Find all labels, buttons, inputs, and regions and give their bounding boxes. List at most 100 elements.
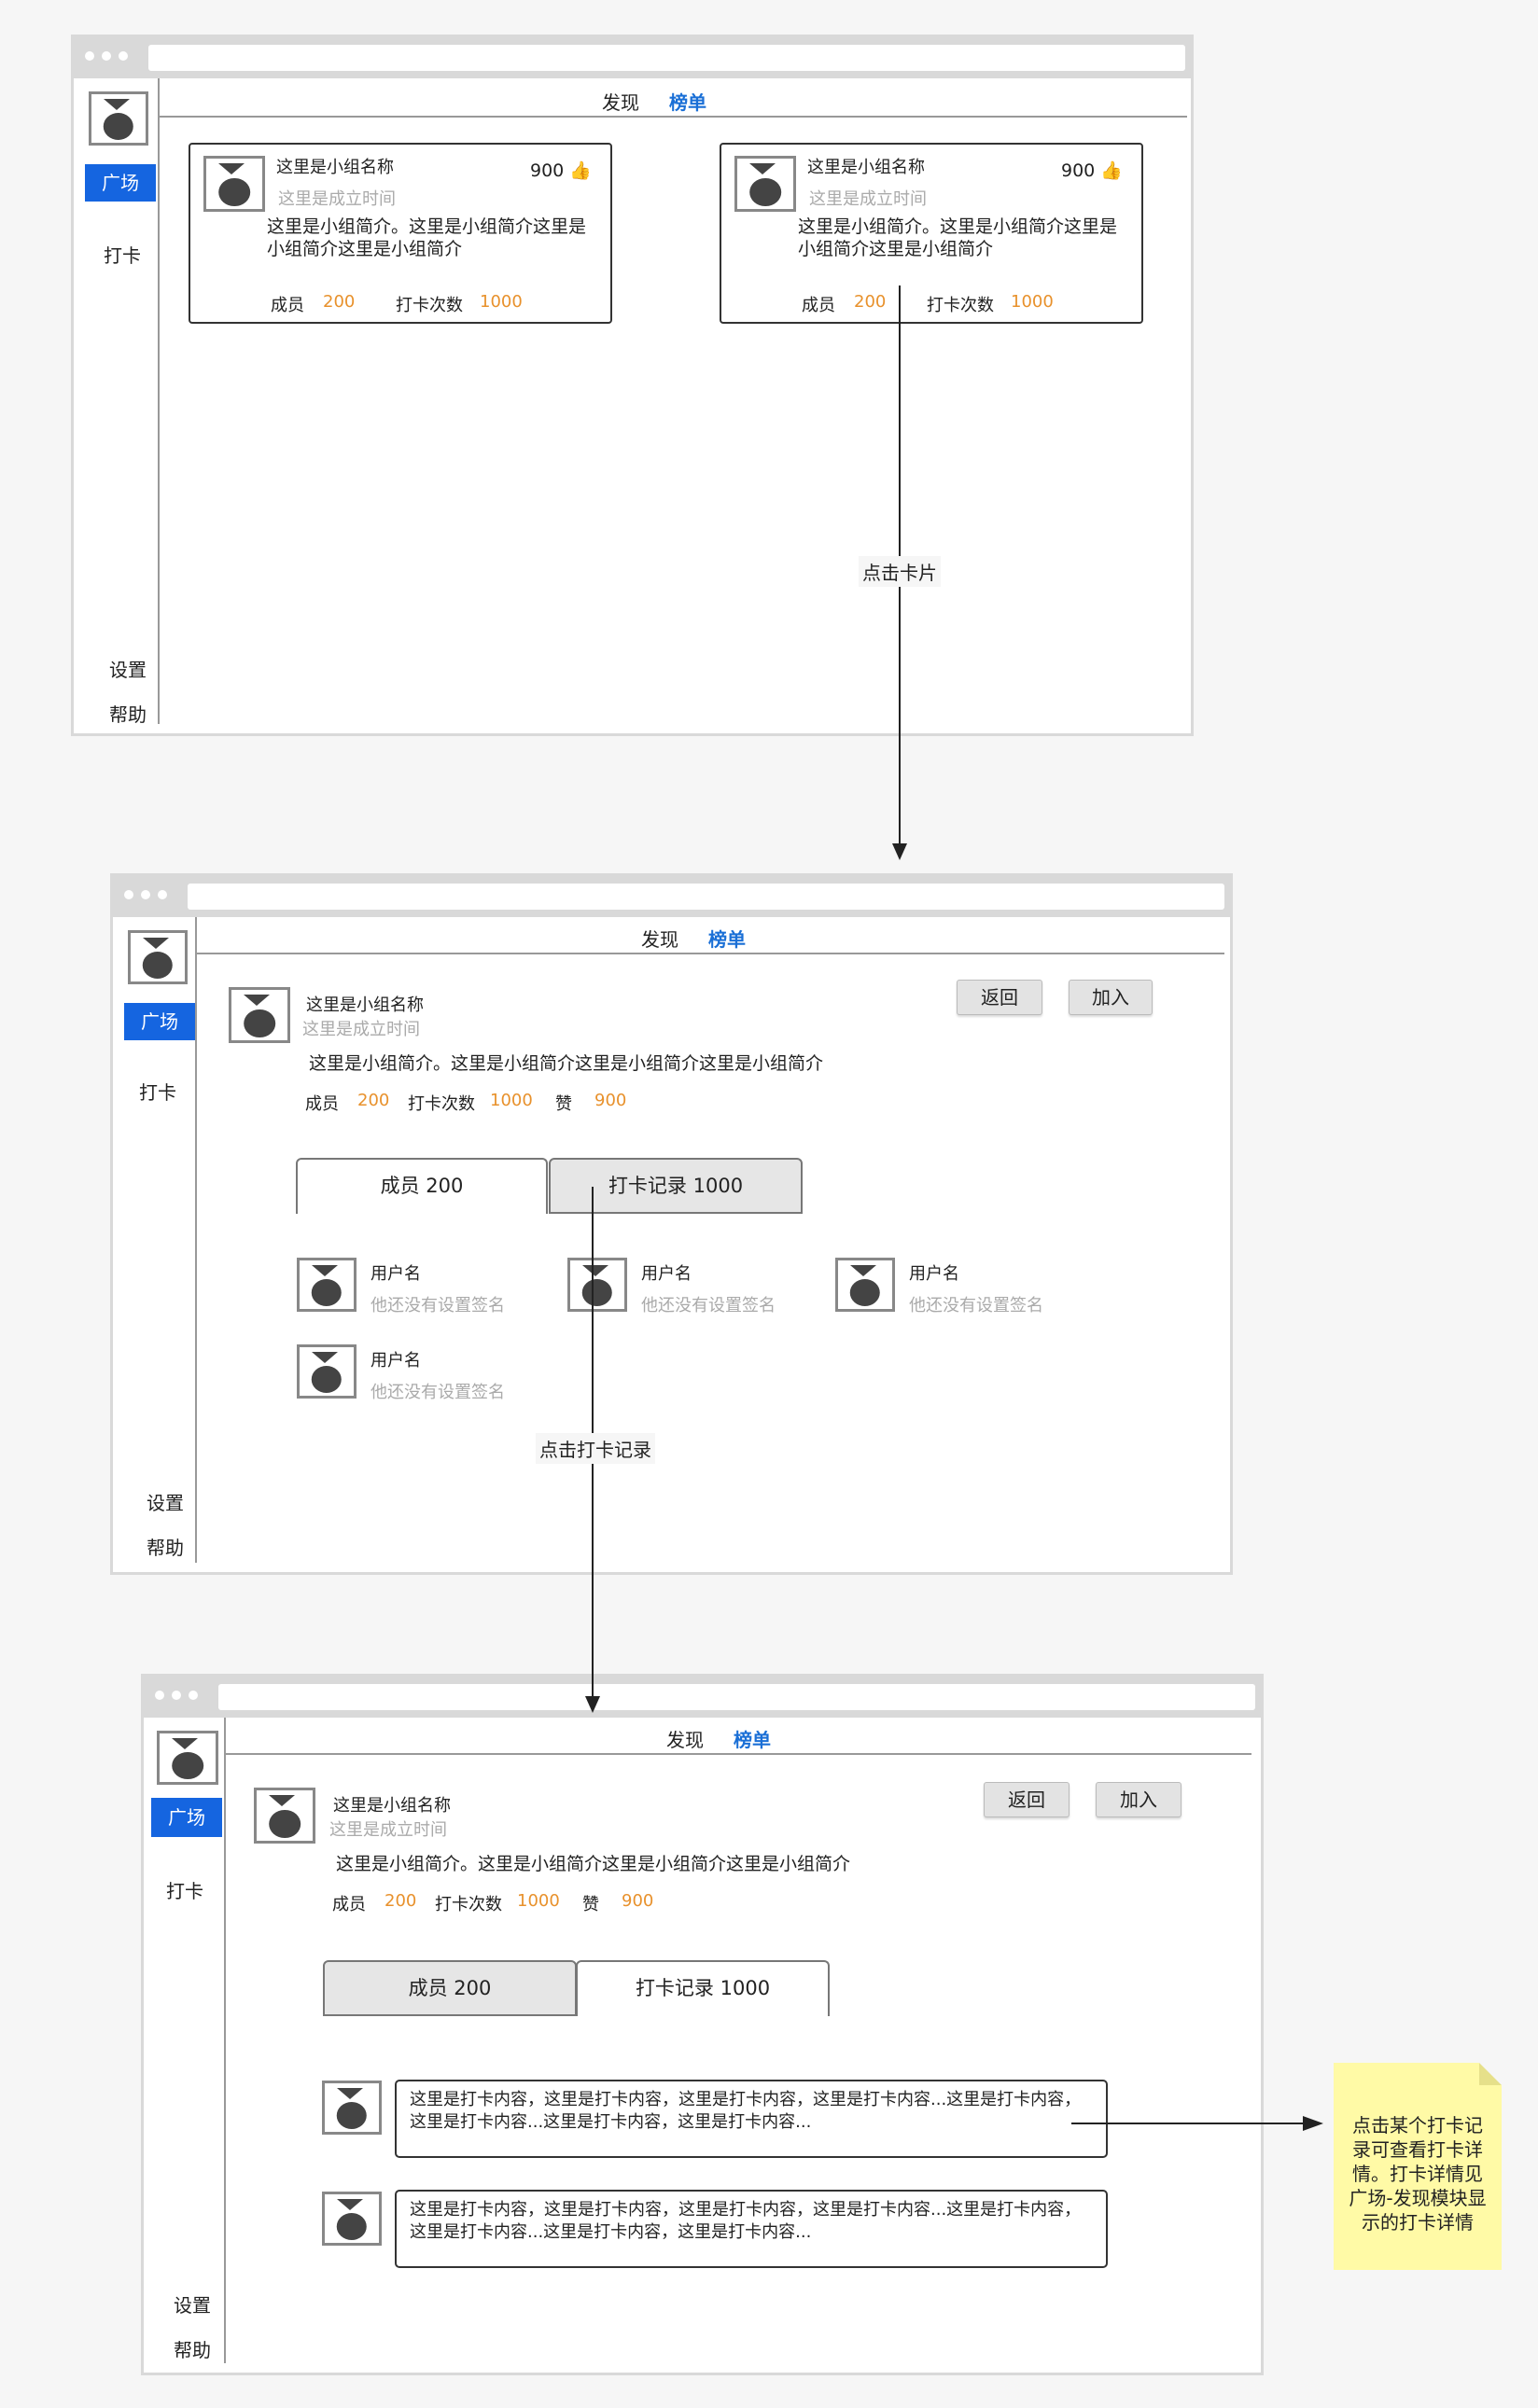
wireframe-window-group-members: 广场 打卡 设置 帮助 发现 榜单 这里是小组名称 这里是成立时间 这里是小组简…	[110, 873, 1233, 1575]
nav-settings[interactable]: 设置	[147, 1488, 184, 1515]
tabs-divider	[160, 116, 1187, 118]
wireframe-window-discover: 广场 打卡 设置 帮助 发现 榜单 这里是小组名称 这里是成立时间 900 👍 …	[71, 35, 1194, 736]
arrow-head-icon	[585, 1696, 600, 1713]
tabs-divider	[197, 953, 1224, 954]
checkins-count: 1000	[517, 1891, 560, 1911]
checkins-label: 打卡次数	[408, 1094, 475, 1114]
nav-checkin[interactable]: 打卡	[104, 241, 141, 268]
sidebar-divider	[224, 1718, 226, 2363]
checkins-count: 1000	[490, 1091, 533, 1110]
group-avatar-icon	[229, 987, 290, 1043]
checkins-label: 打卡次数	[927, 296, 994, 315]
tab-discover[interactable]: 发现	[666, 1725, 704, 1752]
checkin-record[interactable]: 这里是打卡内容，这里是打卡内容，这里是打卡内容，这里是打卡内容...这里是打卡内…	[395, 2080, 1108, 2158]
checkin-record[interactable]: 这里是打卡内容，这里是打卡内容，这里是打卡内容，这里是打卡内容...这里是打卡内…	[395, 2190, 1108, 2268]
record-content: 这里是打卡内容，这里是打卡内容，这里是打卡内容，这里是打卡内容...这里是打卡内…	[410, 2090, 1082, 2132]
member-signature: 他还没有设置签名	[371, 1296, 505, 1315]
group-founded: 这里是成立时间	[302, 1020, 420, 1039]
likes-label: 赞	[555, 1094, 572, 1114]
group-intro: 这里是小组简介。这里是小组简介这里是小组简介这里是小组简介	[309, 1053, 824, 1074]
annotation-click-card: 点击卡片	[859, 556, 941, 587]
group-intro: 这里是小组简介。这里是小组简介这里是小组简介这里是小组简介	[267, 216, 587, 259]
window-titlebar	[113, 876, 1230, 917]
group-intro: 这里是小组简介。这里是小组简介这里是小组简介这里是小组简介	[798, 216, 1118, 259]
member-name[interactable]: 用户名	[371, 1260, 421, 1285]
member-avatar-icon	[835, 1258, 895, 1312]
annotation-click-records: 点击打卡记录	[536, 1433, 655, 1464]
like-count: 900 👍	[530, 160, 592, 181]
member-name[interactable]: 用户名	[641, 1260, 692, 1285]
tab-rank[interactable]: 榜单	[734, 1725, 771, 1752]
nav-settings[interactable]: 设置	[109, 655, 147, 682]
back-button[interactable]: 返回	[984, 1782, 1070, 1817]
address-bar[interactable]	[218, 1684, 1255, 1710]
tab-checkin-records[interactable]: 打卡记录 1000	[576, 1960, 830, 2016]
tabs-divider	[226, 1753, 1251, 1755]
nav-square[interactable]: 广场	[151, 1798, 222, 1837]
address-bar[interactable]	[148, 45, 1185, 71]
group-avatar-icon	[203, 156, 265, 212]
nav-help[interactable]: 帮助	[147, 1533, 184, 1560]
nav-square[interactable]: 广场	[124, 1003, 195, 1040]
sticky-note: 点击某个打卡记录可查看打卡详情。打卡详情见广场-发现模块显示的打卡详情	[1334, 2063, 1502, 2270]
nav-settings[interactable]: 设置	[174, 2290, 211, 2318]
logo-icon	[128, 930, 188, 984]
member-avatar-icon	[567, 1258, 627, 1312]
checkins-label: 打卡次数	[435, 1895, 502, 1914]
nav-checkin[interactable]: 打卡	[166, 1876, 203, 1903]
likes-count: 900	[622, 1891, 654, 1911]
thumbs-up-icon: 👍	[1100, 160, 1123, 181]
members-count: 200	[384, 1891, 417, 1911]
thumbs-up-icon: 👍	[569, 160, 592, 181]
nav-help[interactable]: 帮助	[109, 700, 147, 727]
join-button[interactable]: 加入	[1069, 980, 1153, 1015]
member-avatar-icon	[297, 1258, 357, 1312]
nav-square[interactable]: 广场	[85, 164, 156, 202]
sidebar-divider	[158, 78, 160, 724]
group-card[interactable]: 这里是小组名称 这里是成立时间 900 👍 这里是小组简介。这里是小组简介这里是…	[720, 143, 1143, 324]
members-count: 200	[357, 1091, 390, 1110]
checkins-label: 打卡次数	[396, 296, 463, 315]
members-label: 成员	[332, 1895, 366, 1914]
group-founded: 这里是成立时间	[278, 189, 396, 209]
group-name: 这里是小组名称	[306, 995, 424, 1015]
nav-checkin[interactable]: 打卡	[139, 1078, 176, 1105]
sidebar-divider	[195, 917, 197, 1563]
tab-discover[interactable]: 发现	[641, 925, 678, 952]
member-name[interactable]: 用户名	[371, 1347, 421, 1371]
tab-checkin-records[interactable]: 打卡记录 1000	[549, 1158, 803, 1214]
note-text: 点击某个打卡记录可查看打卡详情。打卡详情见广场-发现模块显示的打卡详情	[1349, 2114, 1487, 2234]
tab-discover[interactable]: 发现	[602, 88, 639, 115]
tab-members[interactable]: 成员 200	[296, 1158, 548, 1214]
member-avatar-icon	[297, 1344, 357, 1399]
wireframe-window-group-records: 广场 打卡 设置 帮助 发现 榜单 这里是小组名称 这里是成立时间 这里是小组简…	[141, 1674, 1264, 2375]
members-label: 成员	[305, 1094, 339, 1114]
record-avatar-icon	[322, 2081, 382, 2135]
join-button[interactable]: 加入	[1096, 1782, 1181, 1817]
arrow-head-icon	[1303, 2116, 1323, 2131]
back-button[interactable]: 返回	[957, 980, 1042, 1015]
member-signature: 他还没有设置签名	[371, 1383, 505, 1402]
address-bar[interactable]	[188, 884, 1224, 910]
members-count: 200	[323, 292, 356, 312]
tab-rank[interactable]: 榜单	[708, 925, 746, 952]
members-label: 成员	[271, 296, 304, 315]
members-label: 成员	[802, 296, 835, 315]
group-avatar-icon	[734, 156, 796, 212]
member-name[interactable]: 用户名	[909, 1260, 959, 1285]
member-signature: 他还没有设置签名	[909, 1296, 1043, 1315]
group-name: 这里是小组名称	[276, 158, 394, 177]
arrow-head-icon	[892, 843, 907, 860]
likes-count: 900	[594, 1091, 627, 1110]
flow-arrow-line	[1071, 2123, 1305, 2124]
nav-help[interactable]: 帮助	[174, 2335, 211, 2362]
tab-rank[interactable]: 榜单	[669, 88, 706, 115]
group-card[interactable]: 这里是小组名称 这里是成立时间 900 👍 这里是小组简介。这里是小组简介这里是…	[189, 143, 612, 324]
note-fold-icon	[1479, 2063, 1502, 2085]
group-avatar-icon	[254, 1788, 315, 1844]
group-name: 这里是小组名称	[333, 1796, 451, 1816]
tab-members[interactable]: 成员 200	[323, 1960, 577, 2016]
group-intro: 这里是小组简介。这里是小组简介这里是小组简介这里是小组简介	[336, 1854, 851, 1874]
logo-icon	[89, 91, 148, 146]
window-titlebar	[144, 1677, 1261, 1718]
